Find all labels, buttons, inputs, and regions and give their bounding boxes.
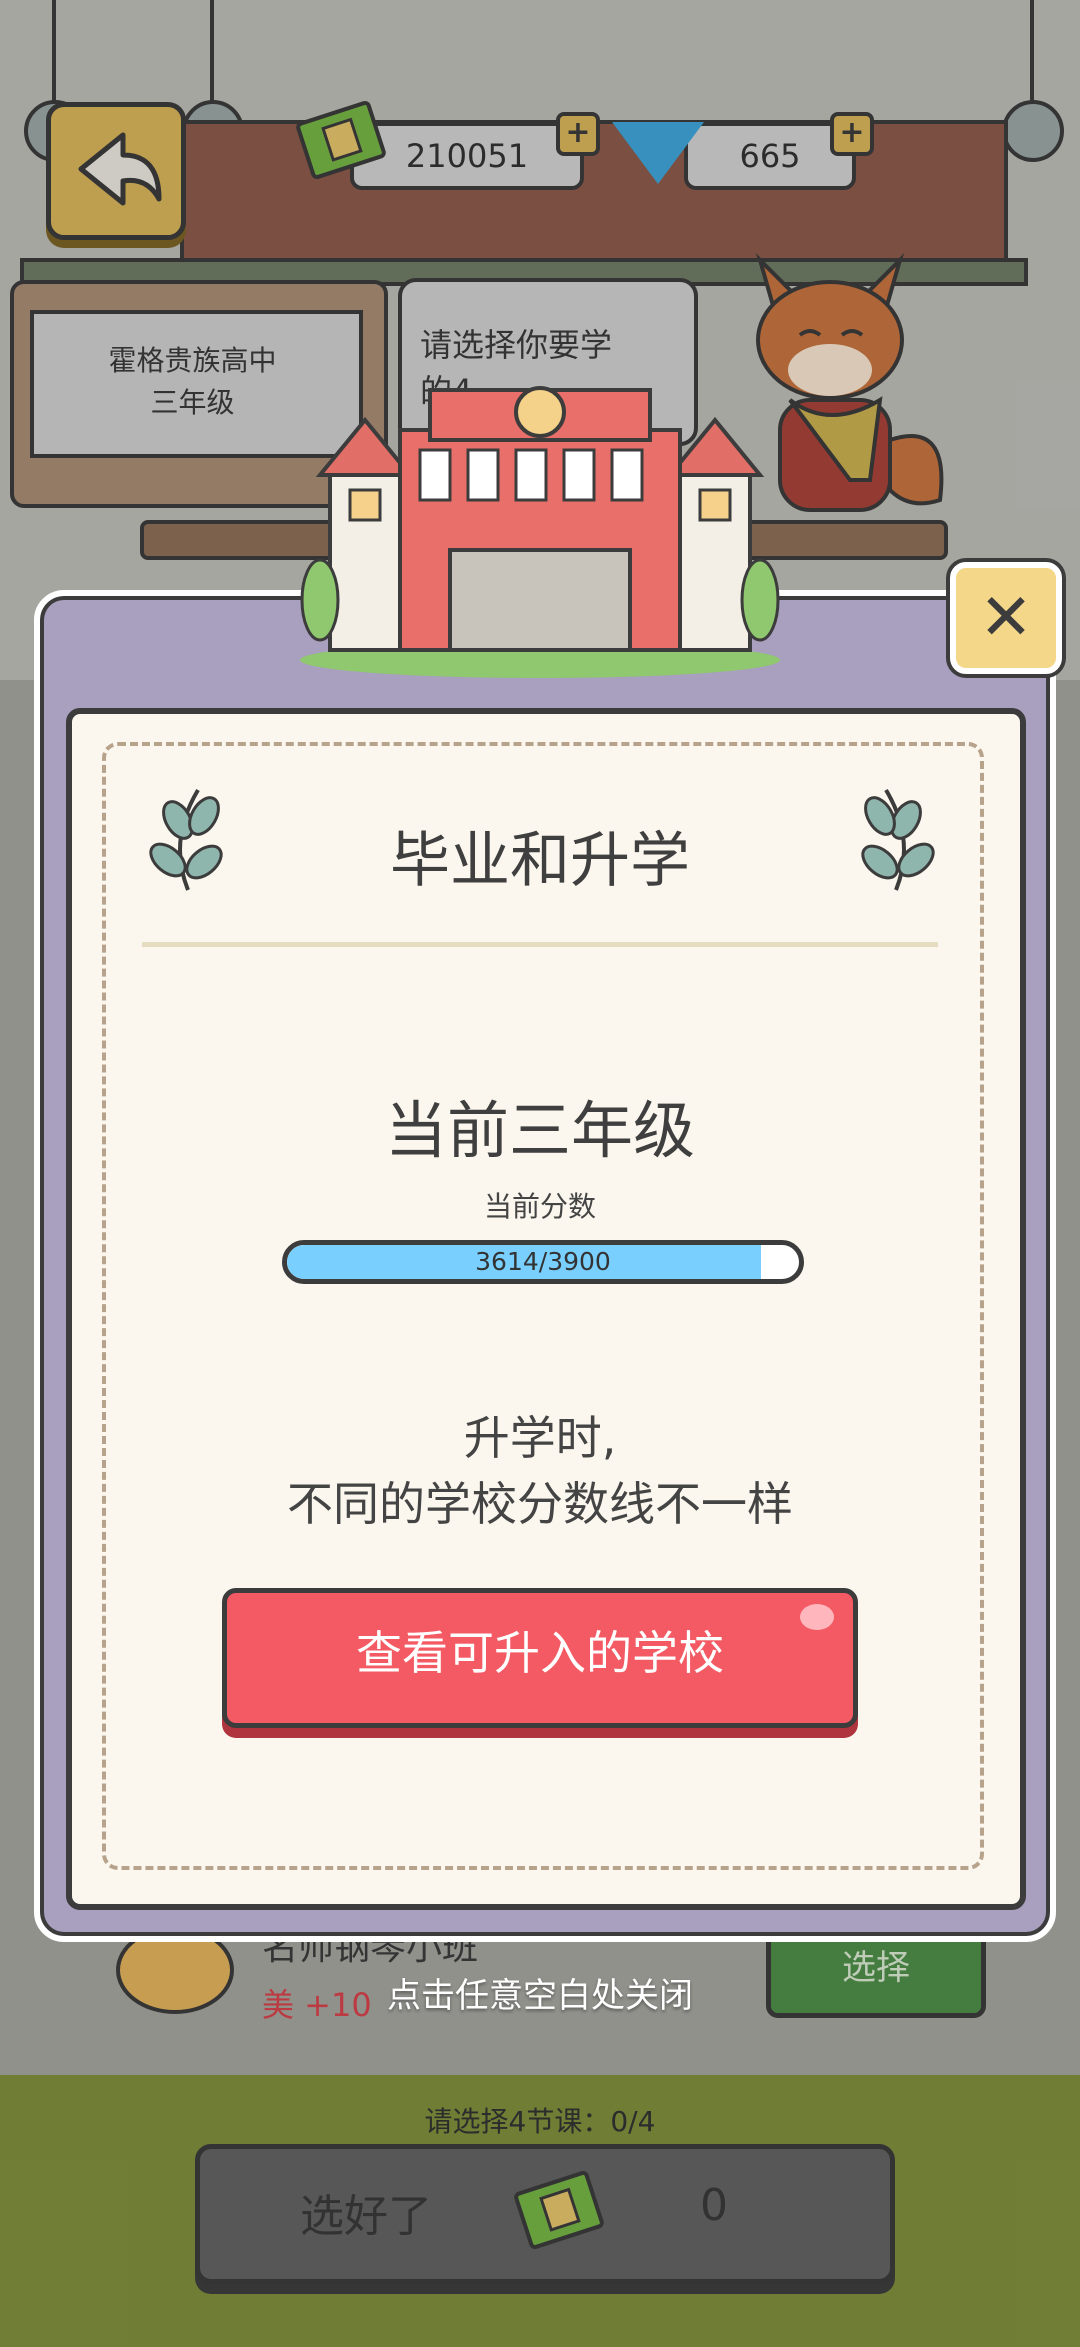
hint-line-1: 升学时, (463, 1411, 617, 1465)
close-icon: ✕ (979, 581, 1033, 655)
score-progress-bar: 3614/3900 (282, 1240, 804, 1284)
button-shine (800, 1604, 834, 1630)
title-divider (142, 942, 938, 947)
promotion-hint: 升学时, 不同的学校分数线不一样 (160, 1405, 920, 1537)
score-label: 当前分数 (483, 1190, 596, 1223)
dismiss-hint: 点击任意空白处关闭 (387, 1976, 693, 2016)
view-schools-button[interactable]: 查看可升入的学校 (222, 1588, 858, 1728)
close-button[interactable]: ✕ (950, 562, 1062, 674)
current-grade: 当前三年级 (384, 1094, 695, 1167)
school-building-icon (300, 386, 780, 678)
modal-title: 毕业和升学 (390, 826, 690, 896)
score-progress-text: 3614/3900 (475, 1247, 611, 1276)
view-schools-label: 查看可升入的学校 (356, 1626, 724, 1680)
hint-line-2: 不同的学校分数线不一样 (287, 1477, 793, 1531)
